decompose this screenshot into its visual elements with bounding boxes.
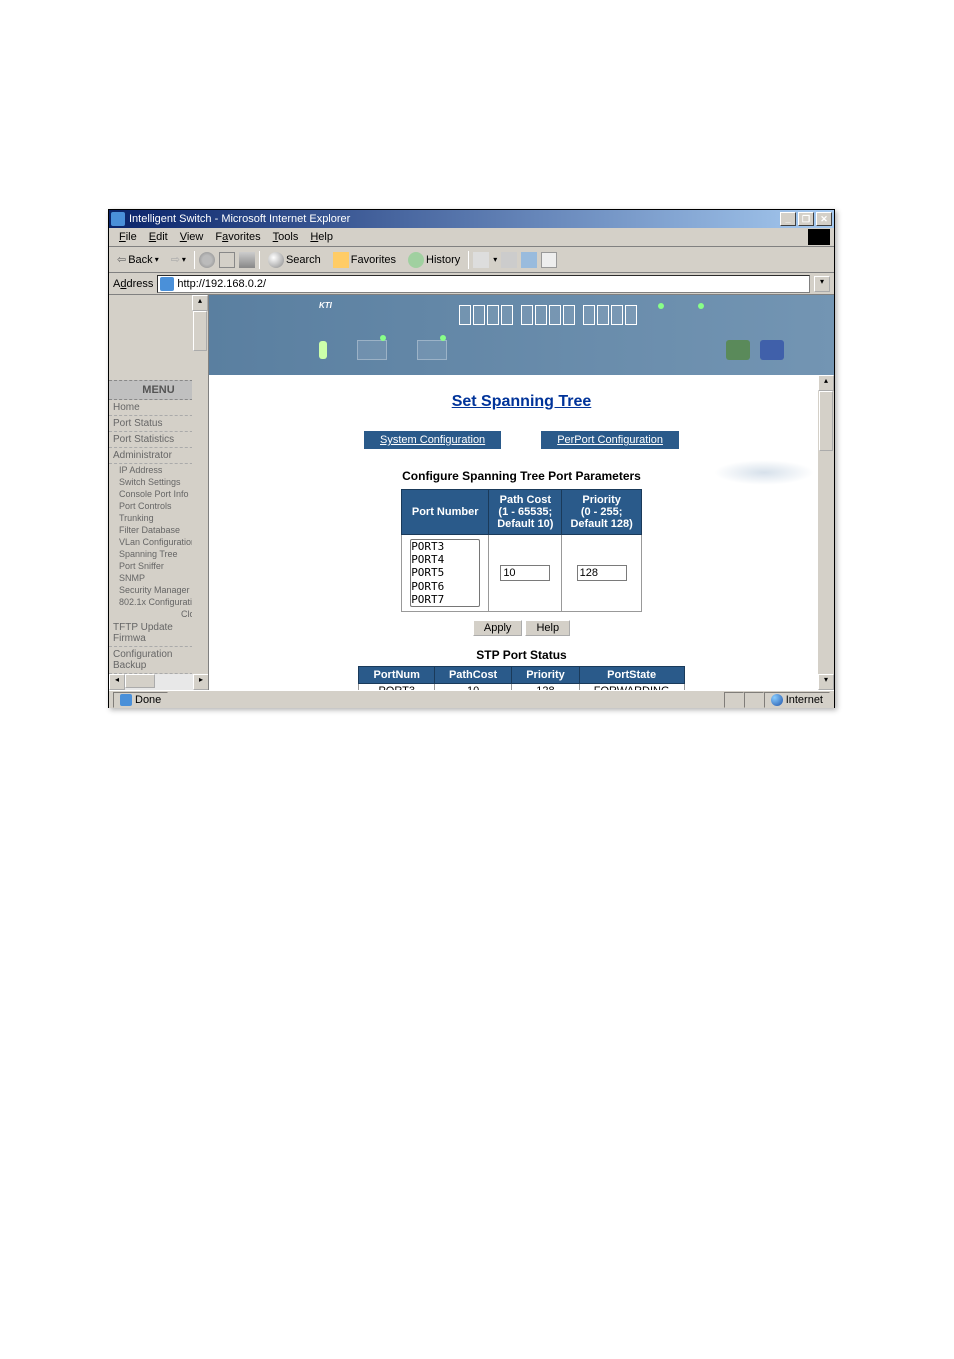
th-portnum: PortNum	[359, 666, 434, 683]
scroll-thumb[interactable]	[193, 311, 207, 351]
banner-logo: KTI	[319, 301, 332, 310]
ms-logo-icon	[808, 229, 830, 245]
status-section-title: STP Port Status	[229, 648, 814, 662]
stop-icon[interactable]	[199, 252, 215, 268]
internet-zone-icon	[771, 694, 783, 706]
favorites-icon	[333, 252, 349, 268]
scroll-down-icon[interactable]: ▾	[818, 674, 834, 690]
toolbar: ⇦ Back ▾ ⇨ ▾ Search Favorites	[109, 247, 834, 273]
address-url[interactable]: http://192.168.0.2/	[177, 278, 807, 290]
th-path-cost: Path Cost (1 - 65535; Default 10)	[489, 490, 562, 535]
back-button[interactable]: ⇦ Back ▾	[113, 251, 163, 268]
refresh-icon[interactable]	[219, 252, 235, 268]
scroll-up-icon[interactable]: ▴	[192, 295, 208, 311]
close-button[interactable]: ✕	[816, 212, 832, 226]
content-body: Set Spanning Tree System Configuration P…	[209, 375, 834, 690]
status-table: PortNum PathCost Priority PortState PORT…	[358, 666, 684, 690]
menu-tools[interactable]: Tools	[267, 229, 305, 245]
priority-input[interactable]	[577, 565, 627, 581]
status-done: Done	[113, 692, 168, 708]
main-panel: KTI	[209, 295, 834, 690]
search-button[interactable]: Search	[264, 250, 325, 270]
search-icon	[268, 252, 284, 268]
table-row: PORT310128FORWARDING	[359, 683, 684, 690]
content-area: MENU Home Port Status Port Statistics Ad…	[109, 295, 834, 690]
ie-icon	[111, 212, 125, 226]
address-input-wrap[interactable]: http://192.168.0.2/	[157, 275, 810, 293]
menu-view[interactable]: View	[174, 229, 210, 245]
device-banner: KTI	[209, 295, 834, 375]
tab-system-configuration[interactable]: System Configuration	[364, 431, 501, 449]
browser-window: Intelligent Switch - Microsoft Internet …	[108, 209, 835, 708]
window-title: Intelligent Switch - Microsoft Internet …	[129, 213, 780, 225]
decorative-swoosh	[714, 460, 814, 485]
titlebar: Intelligent Switch - Microsoft Internet …	[109, 210, 834, 228]
mail-dropdown-icon[interactable]: ▾	[493, 255, 497, 264]
page-icon	[160, 277, 174, 291]
power-led-icon	[319, 341, 327, 359]
discuss-icon[interactable]	[541, 252, 557, 268]
forward-button[interactable]: ⇨ ▾	[167, 251, 190, 268]
led-icon	[658, 303, 664, 309]
maximize-button[interactable]: ❐	[798, 212, 814, 226]
status-zone: Internet	[764, 692, 830, 708]
address-dropdown-button[interactable]: ▾	[814, 276, 830, 292]
module-icon	[726, 340, 750, 360]
status-cell	[744, 692, 764, 708]
banner-row2	[319, 340, 447, 360]
address-label: Address	[113, 278, 153, 290]
scroll-up-icon[interactable]: ▴	[818, 375, 834, 391]
th-pathcost: PathCost	[434, 666, 511, 683]
menu-help[interactable]: Help	[304, 229, 339, 245]
mail-icon[interactable]	[473, 252, 489, 268]
config-table: Port Number Path Cost (1 - 65535; Defaul…	[401, 489, 642, 612]
apply-button[interactable]: Apply	[473, 620, 523, 636]
tab-perport-configuration[interactable]: PerPort Configuration	[541, 431, 679, 449]
edit-icon[interactable]	[521, 252, 537, 268]
statusbar: Done Internet	[109, 690, 834, 708]
module-icon	[760, 340, 784, 360]
th-portstate: PortState	[579, 666, 684, 683]
sidebar: MENU Home Port Status Port Statistics Ad…	[109, 295, 209, 690]
menubar: File Edit View Favorites Tools Help	[109, 228, 834, 247]
history-icon	[408, 252, 424, 268]
sidebar-hscrollbar[interactable]: ◂ ▸	[109, 674, 209, 690]
status-cell	[724, 692, 744, 708]
hscroll-thumb[interactable]	[125, 674, 155, 688]
home-icon[interactable]	[239, 252, 255, 268]
menu-favorites[interactable]: Favorites	[209, 229, 266, 245]
history-button[interactable]: History	[404, 250, 464, 270]
port-graphic	[459, 305, 637, 325]
th-priority: Priority (0 - 255; Default 128)	[562, 490, 641, 535]
page-icon	[120, 694, 132, 706]
minimize-button[interactable]: _	[780, 212, 796, 226]
port-number-select[interactable]: PORT3 PORT4 PORT5 PORT6 PORT7	[410, 539, 480, 607]
led-icon	[698, 303, 704, 309]
favorites-button[interactable]: Favorites	[329, 250, 400, 270]
print-icon[interactable]	[501, 252, 517, 268]
help-button[interactable]: Help	[525, 620, 570, 636]
scroll-thumb[interactable]	[819, 391, 833, 451]
scroll-right-icon[interactable]: ▸	[193, 674, 209, 690]
th-port-number: Port Number	[402, 490, 489, 535]
menu-file[interactable]: File	[113, 229, 143, 245]
path-cost-input[interactable]	[500, 565, 550, 581]
page-title: Set Spanning Tree	[229, 393, 814, 411]
addressbar: Address http://192.168.0.2/ ▾	[109, 273, 834, 295]
main-vscrollbar[interactable]: ▴ ▾	[818, 375, 834, 690]
th-priority: Priority	[512, 666, 580, 683]
sidebar-vscrollbar[interactable]: ▴ ▾	[192, 295, 208, 690]
menu-edit[interactable]: Edit	[143, 229, 174, 245]
scroll-left-icon[interactable]: ◂	[109, 674, 125, 690]
